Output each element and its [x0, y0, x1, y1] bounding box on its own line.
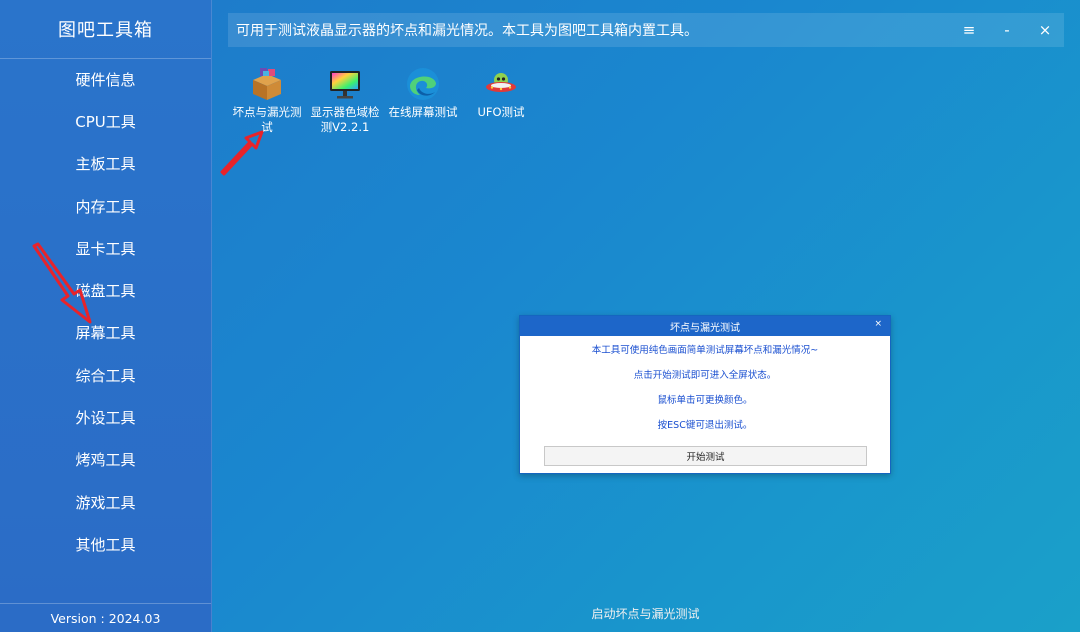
- arrow-annotation-icon: [220, 130, 264, 176]
- tool-online-screen-test[interactable]: 在线屏幕测试: [384, 66, 462, 135]
- sidebar-item-stress-test[interactable]: 烤鸡工具: [0, 439, 211, 481]
- sidebar-item-other[interactable]: 其他工具: [0, 523, 211, 565]
- dialog-text-line: 鼠标单击可更换颜色。: [657, 395, 753, 406]
- status-text: 启动坏点与漏光测试: [591, 607, 700, 621]
- tool-description: 可用于测试液晶显示器的坏点和漏光情况。本工具为图吧工具箱内置工具。: [236, 23, 698, 39]
- sidebar-item-general[interactable]: 综合工具: [0, 354, 211, 396]
- tool-ufo-test[interactable]: UFO测试: [462, 66, 540, 135]
- edge-browser-icon: [407, 68, 439, 100]
- ufo-icon: [486, 73, 516, 92]
- dead-pixel-dialog: 坏点与漏光测试 × 本工具可使用纯色画面简单测试屏幕坏点和漏光情况~ 点击开始测…: [519, 315, 891, 474]
- tool-label: UFO测试: [477, 105, 525, 119]
- monitor-icon: [330, 71, 360, 99]
- menu-button[interactable]: ≡: [950, 13, 988, 47]
- header-bar: 可用于测试液晶显示器的坏点和漏光情况。本工具为图吧工具箱内置工具。 ≡ - ×: [228, 13, 1064, 47]
- sidebar-item-cpu[interactable]: CPU工具: [0, 100, 211, 142]
- dialog-title: 坏点与漏光测试 ×: [520, 316, 890, 336]
- start-test-button[interactable]: 开始测试: [544, 446, 867, 466]
- tool-label: 在线屏幕测试: [388, 105, 458, 119]
- minimize-button[interactable]: -: [988, 13, 1026, 47]
- dialog-text-line: 按ESC键可退出测试。: [657, 420, 753, 431]
- arrow-annotation-icon: [32, 242, 92, 324]
- close-button[interactable]: ×: [1026, 13, 1064, 47]
- app-title: 图吧工具箱: [0, 0, 211, 59]
- sidebar-item-memory[interactable]: 内存工具: [0, 185, 211, 227]
- tool-label: 显示器色域检测V2.2.1: [310, 105, 380, 134]
- dialog-text-line: 点击开始测试即可进入全屏状态。: [633, 370, 777, 381]
- version-label: Version : 2024.03: [0, 603, 211, 632]
- dialog-close-icon[interactable]: ×: [874, 319, 882, 329]
- sidebar-item-motherboard[interactable]: 主板工具: [0, 143, 211, 185]
- sidebar-item-peripherals[interactable]: 外设工具: [0, 396, 211, 438]
- tool-monitor-gamut[interactable]: 显示器色域检测V2.2.1: [306, 66, 384, 135]
- dialog-title-text: 坏点与漏光测试: [670, 322, 740, 334]
- tool-grid: 坏点与漏光测试 显示器色域检测V2.2.1 在线屏幕测试 UFO测试: [228, 66, 540, 135]
- dialog-text-line: 本工具可使用纯色画面简单测试屏幕坏点和漏光情况~: [591, 345, 819, 356]
- sidebar-item-hardware-info[interactable]: 硬件信息: [0, 58, 211, 100]
- sidebar-item-games[interactable]: 游戏工具: [0, 481, 211, 523]
- package-icon: [253, 68, 281, 100]
